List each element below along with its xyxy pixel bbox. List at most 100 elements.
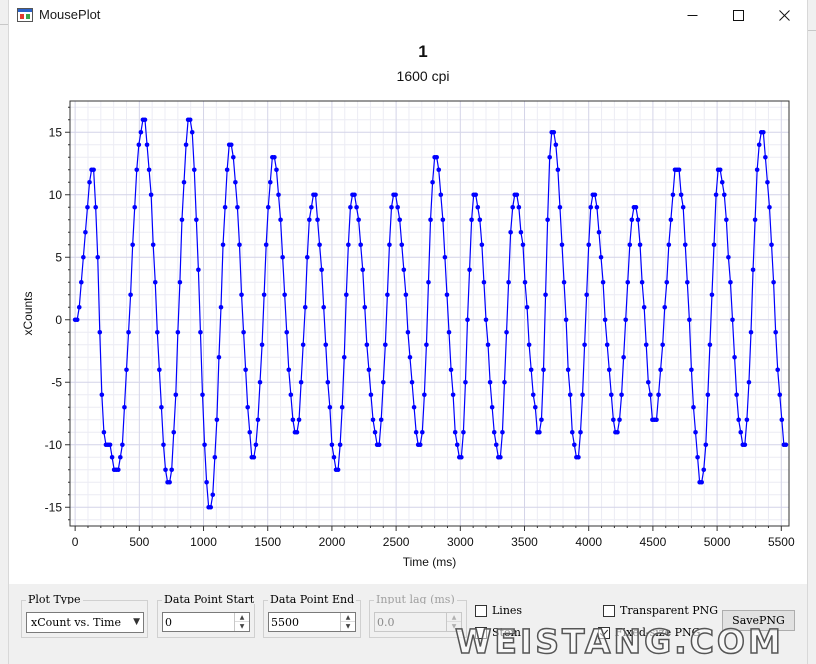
data-point xyxy=(783,442,789,448)
data-point xyxy=(717,167,723,173)
data-point xyxy=(539,417,544,423)
lines-checkbox[interactable]: Lines xyxy=(475,604,522,617)
data-point xyxy=(126,329,131,335)
data-point xyxy=(738,429,744,435)
data-point xyxy=(489,404,495,410)
series-line xyxy=(75,119,786,508)
data-point xyxy=(699,479,704,485)
data-point xyxy=(329,442,335,448)
data-point xyxy=(625,279,631,285)
data-point xyxy=(91,167,96,173)
data-point xyxy=(452,429,458,435)
data-point xyxy=(676,167,682,173)
data-point-start-group: Data Point Start ▲▼ xyxy=(157,593,257,638)
lines-checkbox-box[interactable] xyxy=(475,604,487,617)
data-point xyxy=(602,317,608,323)
input-lag-input xyxy=(377,614,441,630)
data-point xyxy=(420,429,425,435)
decrement-icon[interactable]: ▼ xyxy=(235,622,249,631)
data-point xyxy=(411,404,417,410)
data-point xyxy=(315,217,320,223)
data-point xyxy=(93,204,98,210)
data-point xyxy=(181,179,187,185)
transparent-png-checkbox[interactable]: Transparent PNG xyxy=(603,604,718,617)
data-point xyxy=(461,429,466,435)
data-point xyxy=(779,417,785,423)
data-point-start-stepper[interactable]: ▲▼ xyxy=(162,612,250,632)
transparent-png-checkbox-label: Transparent PNG xyxy=(620,604,719,617)
data-point xyxy=(680,204,686,210)
y-tick-label: 15 xyxy=(49,125,63,139)
data-point xyxy=(321,304,327,310)
mouse-plot-chart[interactable]: 0 500 1000 1500 2000 2500 3000 3500 4000 4500 5000… xyxy=(0,0,816,584)
data-point xyxy=(721,192,727,198)
data-point xyxy=(500,429,505,435)
plot-type-combobox[interactable]: xCount vs. Time ▼ xyxy=(26,612,144,633)
data-point xyxy=(713,192,719,198)
fixed-size-png-checkbox[interactable]: Fixed-size PNG xyxy=(598,626,700,639)
data-point xyxy=(395,204,400,210)
data-point xyxy=(666,242,672,248)
data-point xyxy=(128,292,133,298)
data-point xyxy=(360,267,366,273)
stem-checkbox[interactable]: Stem xyxy=(475,626,521,639)
data-point xyxy=(424,342,429,348)
data-point xyxy=(224,167,230,173)
data-point xyxy=(323,342,329,348)
increment-icon[interactable]: ▲ xyxy=(341,613,355,622)
data-point xyxy=(339,404,345,410)
data-point xyxy=(337,442,343,448)
data-point-end-input[interactable] xyxy=(271,614,335,630)
data-point xyxy=(611,417,616,423)
data-point xyxy=(214,417,220,423)
data-point xyxy=(748,329,754,335)
save-png-button[interactable]: SavePNG xyxy=(722,610,795,631)
y-tick-label: 10 xyxy=(49,188,63,202)
data-point xyxy=(124,367,129,373)
data-point xyxy=(769,242,774,248)
data-point xyxy=(81,254,86,260)
data-point xyxy=(167,479,172,485)
data-point xyxy=(257,379,263,385)
data-point xyxy=(561,279,567,285)
data-point xyxy=(376,442,382,448)
data-point xyxy=(179,217,185,223)
x-tick-label: 3500 xyxy=(511,535,538,549)
data-point xyxy=(259,342,265,348)
data-point xyxy=(588,204,594,210)
data-point xyxy=(555,167,561,173)
data-point xyxy=(115,467,121,473)
data-point xyxy=(280,254,285,260)
data-point xyxy=(719,179,725,185)
data-point xyxy=(157,367,162,373)
data-point xyxy=(132,204,138,210)
x-axis-label: Time (ms) xyxy=(403,555,457,569)
decrement-icon[interactable]: ▼ xyxy=(341,622,355,631)
increment-icon[interactable]: ▲ xyxy=(235,613,249,622)
data-point xyxy=(514,192,520,198)
data-point xyxy=(79,279,84,285)
stem-checkbox-box[interactable] xyxy=(475,626,487,639)
data-point xyxy=(368,392,374,398)
transparent-png-checkbox-box[interactable] xyxy=(603,604,615,617)
data-point xyxy=(198,329,203,335)
data-point xyxy=(383,342,388,348)
data-point xyxy=(150,242,156,248)
data-point xyxy=(146,167,152,173)
data-point xyxy=(241,329,246,335)
data-point xyxy=(565,367,571,373)
x-tick-label: 500 xyxy=(129,535,149,549)
input-lag-label: Input lag (ms) xyxy=(374,593,457,604)
data-point xyxy=(399,242,405,248)
data-point xyxy=(530,392,536,398)
data-point xyxy=(600,279,606,285)
fixed-size-png-checkbox-box[interactable] xyxy=(598,626,610,639)
chevron-down-icon[interactable]: ▼ xyxy=(133,617,140,627)
data-point xyxy=(253,442,259,448)
data-point xyxy=(629,217,635,223)
x-tick-label: 5000 xyxy=(704,535,731,549)
data-point xyxy=(563,317,569,323)
x-tick-label: 1500 xyxy=(254,535,281,549)
data-point-start-input[interactable] xyxy=(165,614,229,630)
data-point-end-stepper[interactable]: ▲▼ xyxy=(268,612,356,632)
